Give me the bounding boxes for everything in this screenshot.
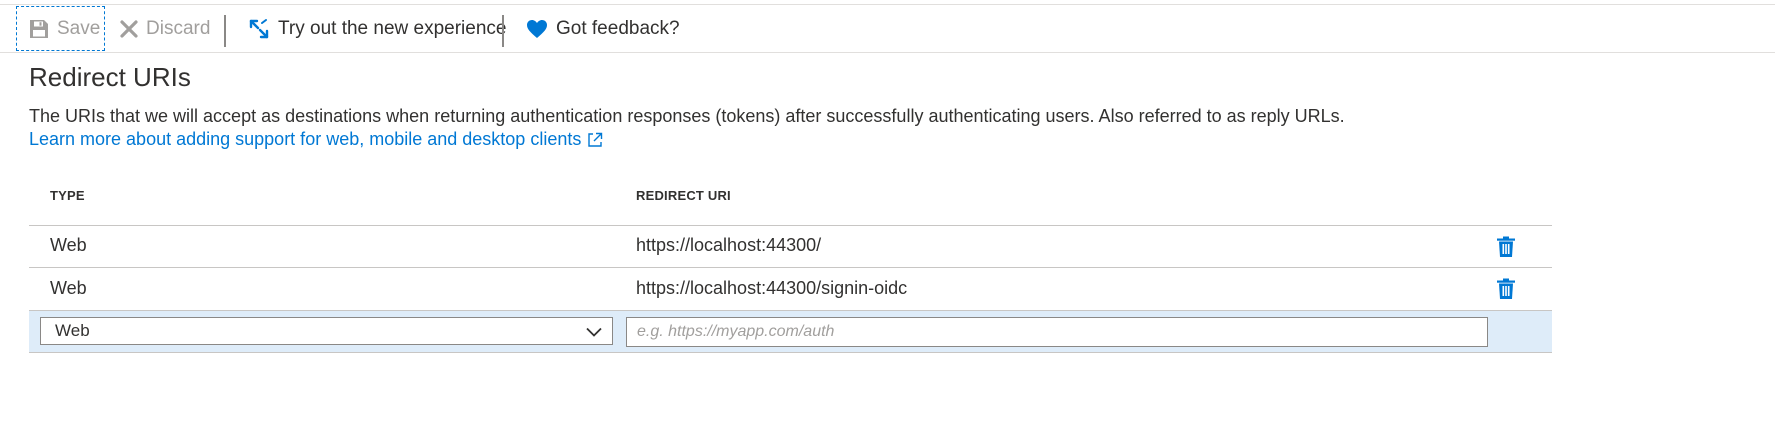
command-bar: Save Discard Try out the new experience … [0,5,1775,53]
row-type: Web [50,235,87,255]
external-link-icon [587,132,603,148]
learn-more-link[interactable]: Learn more about adding support for web,… [29,129,603,150]
type-select-value: Web [55,321,90,340]
learn-more-label: Learn more about adding support for web,… [29,129,582,149]
discard-button[interactable]: Discard [118,6,210,51]
toolbar-separator [224,15,226,47]
row-redirect-uri: https://localhost:44300/ [636,235,822,255]
save-label: Save [57,17,101,39]
row-divider [29,267,1552,268]
feedback-button[interactable]: Got feedback? [526,6,680,51]
trash-icon[interactable] [1496,278,1516,300]
section-title: Redirect URIs [29,62,191,92]
header-divider [29,225,1552,226]
arrows-icon [248,18,270,40]
chevron-down-icon [586,324,602,344]
trash-icon[interactable] [1496,236,1516,258]
row-type: Web [50,278,87,298]
save-button[interactable]: Save [16,6,105,51]
discard-label: Discard [146,17,211,39]
try-new-experience-label: Try out the new experience [278,17,507,39]
type-select[interactable]: Web [40,317,613,345]
close-icon [120,19,138,38]
section-description: The URIs that we will accept as destinat… [29,106,1345,126]
app-registration-authentication-page: Save Discard Try out the new experience … [0,0,1775,429]
heart-icon [526,19,548,39]
row-redirect-uri: https://localhost:44300/signin-oidc [636,278,908,298]
try-new-experience-button[interactable]: Try out the new experience [248,6,506,51]
save-icon [29,19,49,39]
toolbar-separator [502,15,504,47]
column-header-redirect-uri: REDIRECT URI [636,188,731,203]
new-redirect-uri-row: Web [29,311,1552,353]
feedback-label: Got feedback? [556,17,680,39]
column-header-type: TYPE [50,188,85,203]
redirect-uri-input[interactable] [626,317,1488,347]
